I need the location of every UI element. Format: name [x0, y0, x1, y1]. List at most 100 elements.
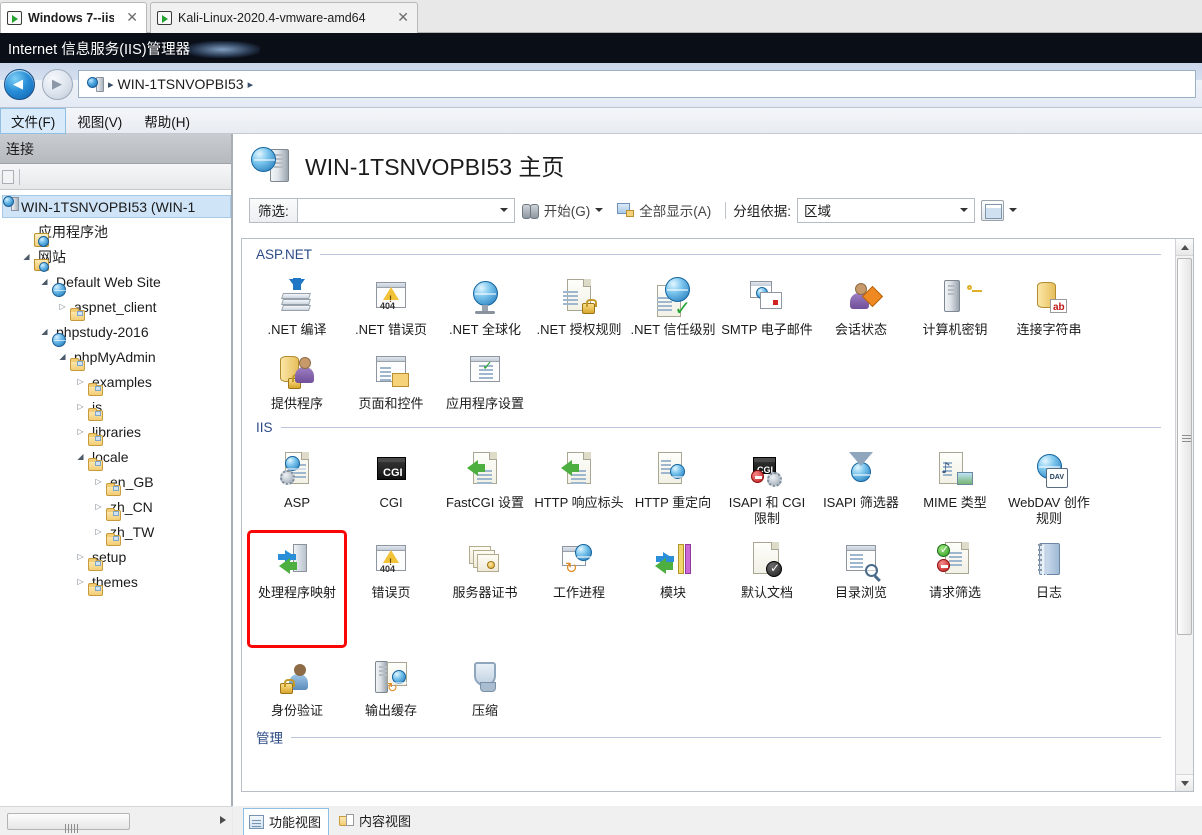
- tree-item[interactable]: ▷ aspnet_client: [2, 294, 231, 321]
- expand-collapse-icon[interactable]: ◢: [38, 277, 51, 286]
- filter-input[interactable]: [296, 197, 515, 223]
- vm-tab-windows7[interactable]: Windows 7--iis7.x ✕: [0, 2, 147, 33]
- tree-item[interactable]: WIN-1TSNVOPBI53 (WIN-1: [2, 195, 231, 218]
- feature-item[interactable]: 请求筛选: [908, 533, 1002, 645]
- scrollbar-thumb[interactable]: [1177, 258, 1192, 635]
- feature-item[interactable]: .NET 全球化: [438, 270, 532, 338]
- tab-features-view[interactable]: 功能视图: [243, 808, 330, 835]
- features-vertical-scrollbar[interactable]: [1175, 239, 1193, 791]
- expand-icon[interactable]: ▷: [92, 502, 105, 511]
- expand-collapse-icon[interactable]: ◢: [74, 452, 87, 461]
- scroll-down-arrow-icon[interactable]: [1176, 774, 1193, 791]
- feature-item[interactable]: 模块: [626, 533, 720, 645]
- expand-icon[interactable]: ▷: [74, 402, 87, 411]
- feature-item[interactable]: 计算机密钥: [908, 270, 1002, 338]
- feature-item[interactable]: HTTP 响应标头: [532, 443, 626, 527]
- vm-tab-kali[interactable]: Kali-Linux-2020.4-vmware-amd64 ✕: [150, 2, 418, 33]
- expand-icon[interactable]: ▷: [92, 477, 105, 486]
- feature-item[interactable]: .NET 编译: [250, 270, 344, 338]
- expand-collapse-icon[interactable]: ◢: [38, 327, 51, 336]
- feature-item[interactable]: DAV WebDAV 创作规则: [1002, 443, 1096, 527]
- connections-tree[interactable]: WIN-1TSNVOPBI53 (WIN-1 应用程序池 ◢ 网站 ◢ Default W…: [0, 190, 231, 800]
- breadcrumb[interactable]: ▸ WIN-1TSNVOPBI53 ▸: [78, 70, 1196, 98]
- save-connections-icon[interactable]: [2, 169, 14, 184]
- feature-item[interactable]: 目录浏览: [814, 533, 908, 645]
- feature-item[interactable]: 会话状态: [814, 270, 908, 338]
- scroll-right-arrow-icon[interactable]: [220, 816, 226, 824]
- feature-item[interactable]: ♪ MIME 类型: [908, 443, 1002, 527]
- feature-item[interactable]: ✓ .NET 信任级别: [626, 270, 720, 338]
- tree-item[interactable]: ▷ libraries: [2, 419, 231, 446]
- tree-item[interactable]: ▷ themes: [2, 569, 231, 596]
- chevron-down-icon[interactable]: [595, 208, 604, 212]
- feature-item[interactable]: FastCGI 设置: [438, 443, 532, 527]
- scrollbar-thumb[interactable]: [7, 813, 130, 833]
- tree-item[interactable]: ▷ js: [2, 394, 231, 421]
- expand-icon[interactable]: ▷: [56, 302, 69, 311]
- view-mode-button[interactable]: [981, 199, 1005, 221]
- expand-collapse-icon[interactable]: ◢: [20, 252, 33, 261]
- tree-item[interactable]: ◢ Default Web Site: [2, 269, 231, 297]
- net-globalization-icon: [438, 272, 532, 322]
- expand-icon[interactable]: ▷: [74, 577, 87, 586]
- feature-item[interactable]: HTTP 重定向: [626, 443, 720, 527]
- feature-item[interactable]: SMTP 电子邮件: [720, 270, 814, 338]
- feature-item[interactable]: ISAPI 筛选器: [814, 443, 908, 527]
- chevron-down-icon[interactable]: [499, 208, 508, 212]
- feature-label: 处理程序映射: [257, 585, 336, 600]
- feature-item-highlighted[interactable]: 处理程序映射: [247, 530, 347, 648]
- tree-item[interactable]: ▷ examples: [2, 369, 231, 396]
- feature-item[interactable]: 提供程序: [250, 344, 344, 412]
- feature-item[interactable]: ↻ 工作进程: [532, 533, 626, 645]
- feature-item[interactable]: CGI ISAPI 和 CGI 限制: [720, 443, 814, 527]
- feature-item[interactable]: 默认文档: [720, 533, 814, 645]
- feature-item[interactable]: ↻ 输出缓存: [344, 651, 438, 719]
- tree-item[interactable]: ▷ zh_TW: [2, 519, 231, 546]
- tree-item[interactable]: ◢ 网站: [2, 244, 231, 272]
- tab-content-view[interactable]: 内容视图: [333, 807, 419, 835]
- filter-go-button[interactable]: 开始(G): [515, 198, 611, 223]
- expand-collapse-icon[interactable]: ◢: [56, 352, 69, 361]
- tree-horizontal-scrollbar[interactable]: [0, 806, 232, 835]
- expand-icon[interactable]: ▷: [74, 552, 87, 561]
- chevron-down-icon[interactable]: [960, 208, 969, 212]
- tree-item[interactable]: ◢ phpstudy-2016: [2, 319, 231, 347]
- tree-item[interactable]: ▷ setup: [2, 544, 231, 571]
- tree-item[interactable]: ◢ phpMyAdmin: [2, 344, 231, 371]
- feature-item[interactable]: ✓ 应用程序设置: [438, 344, 532, 412]
- expand-icon[interactable]: ▷: [74, 377, 87, 386]
- filter-go-label: 开始(G): [543, 204, 591, 219]
- breadcrumb-server[interactable]: WIN-1TSNVOPBI53: [118, 76, 244, 92]
- expand-icon[interactable]: ▷: [74, 427, 87, 436]
- tree-item[interactable]: ▷ zh_CN: [2, 494, 231, 521]
- tree-item[interactable]: ◢ locale: [2, 444, 231, 471]
- feature-item[interactable]: CGI CGI: [344, 443, 438, 527]
- scroll-up-arrow-icon[interactable]: [1176, 239, 1193, 256]
- feature-item[interactable]: 页面和控件: [344, 344, 438, 412]
- chevron-right-icon[interactable]: ▸: [248, 78, 254, 91]
- show-all-button[interactable]: 全部显示(A): [610, 198, 718, 223]
- tree-item[interactable]: 应用程序池: [2, 219, 231, 247]
- tree-item[interactable]: ▷ en_GB: [2, 469, 231, 496]
- feature-item[interactable]: .NET 授权规则: [532, 270, 626, 338]
- close-icon[interactable]: ✕: [120, 11, 138, 25]
- forward-button[interactable]: ▶: [42, 69, 73, 100]
- group-by-select[interactable]: 区域: [797, 197, 976, 223]
- menu-help[interactable]: 帮助(H): [133, 108, 201, 134]
- connections-pane: 连接 WIN-1TSNVOPBI53 (WIN-1 应用程序池 ◢ 网站 ◢ Defaul…: [0, 134, 232, 806]
- feature-item[interactable]: 身份验证: [250, 651, 344, 719]
- menu-file[interactable]: 文件(F): [0, 108, 67, 134]
- feature-item[interactable]: 404.NET 错误页: [344, 270, 438, 338]
- feature-item[interactable]: 压缩: [438, 651, 532, 719]
- feature-item[interactable]: 404错误页: [344, 533, 438, 645]
- expand-icon[interactable]: ▷: [92, 527, 105, 536]
- back-button[interactable]: ◀: [4, 69, 35, 100]
- menu-view[interactable]: 视图(V): [66, 108, 133, 134]
- close-icon[interactable]: ✕: [391, 11, 409, 25]
- feature-item[interactable]: 日志: [1002, 533, 1096, 645]
- logging-icon: [1002, 535, 1096, 585]
- feature-item[interactable]: ASP: [250, 443, 344, 527]
- chevron-down-icon[interactable]: [1009, 208, 1018, 212]
- feature-item[interactable]: ab 连接字符串: [1002, 270, 1096, 338]
- feature-item[interactable]: 服务器证书: [438, 533, 532, 645]
